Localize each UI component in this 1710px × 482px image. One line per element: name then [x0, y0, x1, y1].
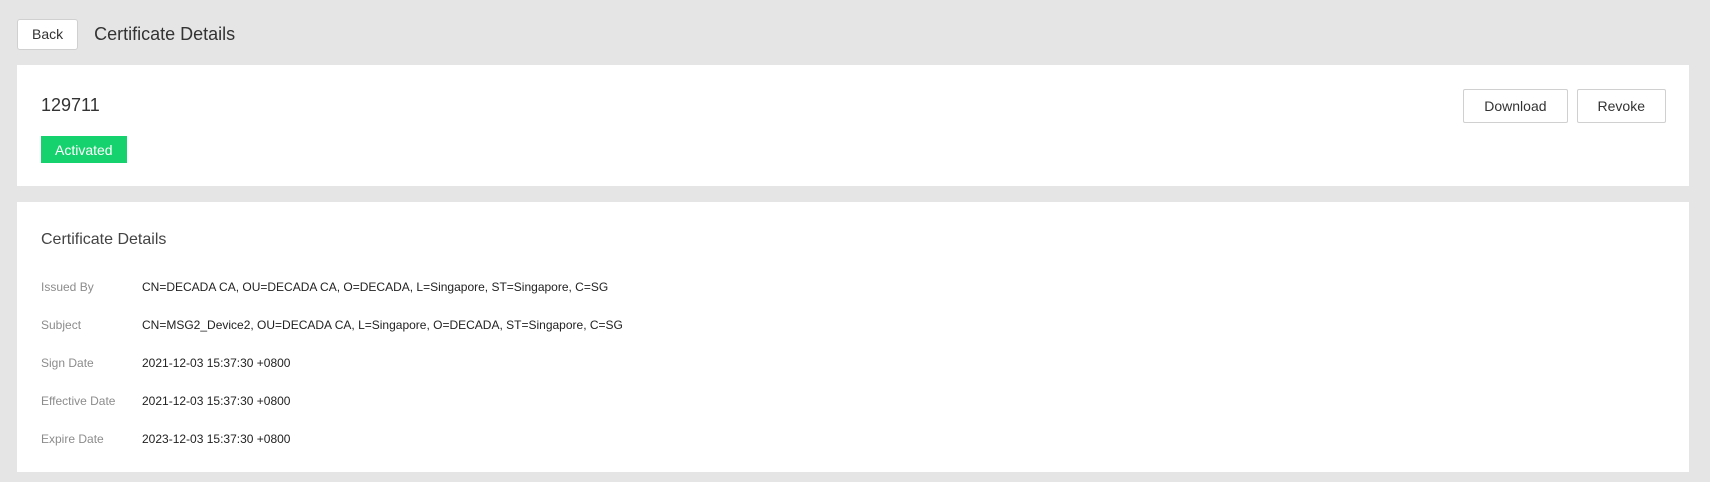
- detail-value: CN=MSG2_Device2, OU=DECADA CA, L=Singapo…: [142, 318, 623, 332]
- detail-row-issued-by: Issued By CN=DECADA CA, OU=DECADA CA, O=…: [41, 268, 1661, 306]
- detail-row-expire-date: Expire Date 2023-12-03 15:37:30 +0800: [41, 420, 1661, 458]
- detail-value: 2021-12-03 15:37:30 +0800: [142, 394, 291, 408]
- revoke-button[interactable]: Revoke: [1576, 89, 1666, 123]
- detail-label: Effective Date: [41, 394, 116, 408]
- section-title: Certificate Details: [41, 231, 167, 248]
- page-title: Certificate Details: [94, 23, 236, 44]
- detail-label: Issued By: [41, 280, 94, 294]
- detail-value: CN=DECADA CA, OU=DECADA CA, O=DECADA, L=…: [142, 280, 609, 294]
- detail-row-effective-date: Effective Date 2021-12-03 15:37:30 +0800: [41, 382, 1661, 420]
- detail-value: 2023-12-03 15:37:30 +0800: [142, 432, 291, 446]
- download-button[interactable]: Download: [1463, 89, 1568, 123]
- detail-value: 2021-12-03 15:37:30 +0800: [142, 356, 291, 370]
- detail-label: Sign Date: [41, 356, 94, 370]
- certificate-actions: Download Revoke: [1463, 89, 1666, 123]
- detail-label: Subject: [41, 318, 82, 332]
- top-bar: Back Certificate Details: [17, 18, 235, 50]
- back-button[interactable]: Back: [17, 18, 79, 50]
- detail-row-subject: Subject CN=MSG2_Device2, OU=DECADA CA, L…: [41, 306, 1661, 344]
- detail-label: Expire Date: [41, 432, 104, 446]
- status-badge: Activated: [41, 136, 127, 163]
- detail-list: Issued By CN=DECADA CA, OU=DECADA CA, O=…: [41, 268, 1661, 458]
- certificate-id: 129711: [41, 95, 100, 115]
- detail-row-sign-date: Sign Date 2021-12-03 15:37:30 +0800: [41, 344, 1661, 382]
- certificate-summary-card: 129711 Activated Download Revoke: [17, 65, 1689, 186]
- certificate-details-card: Certificate Details Issued By CN=DECADA …: [17, 202, 1689, 472]
